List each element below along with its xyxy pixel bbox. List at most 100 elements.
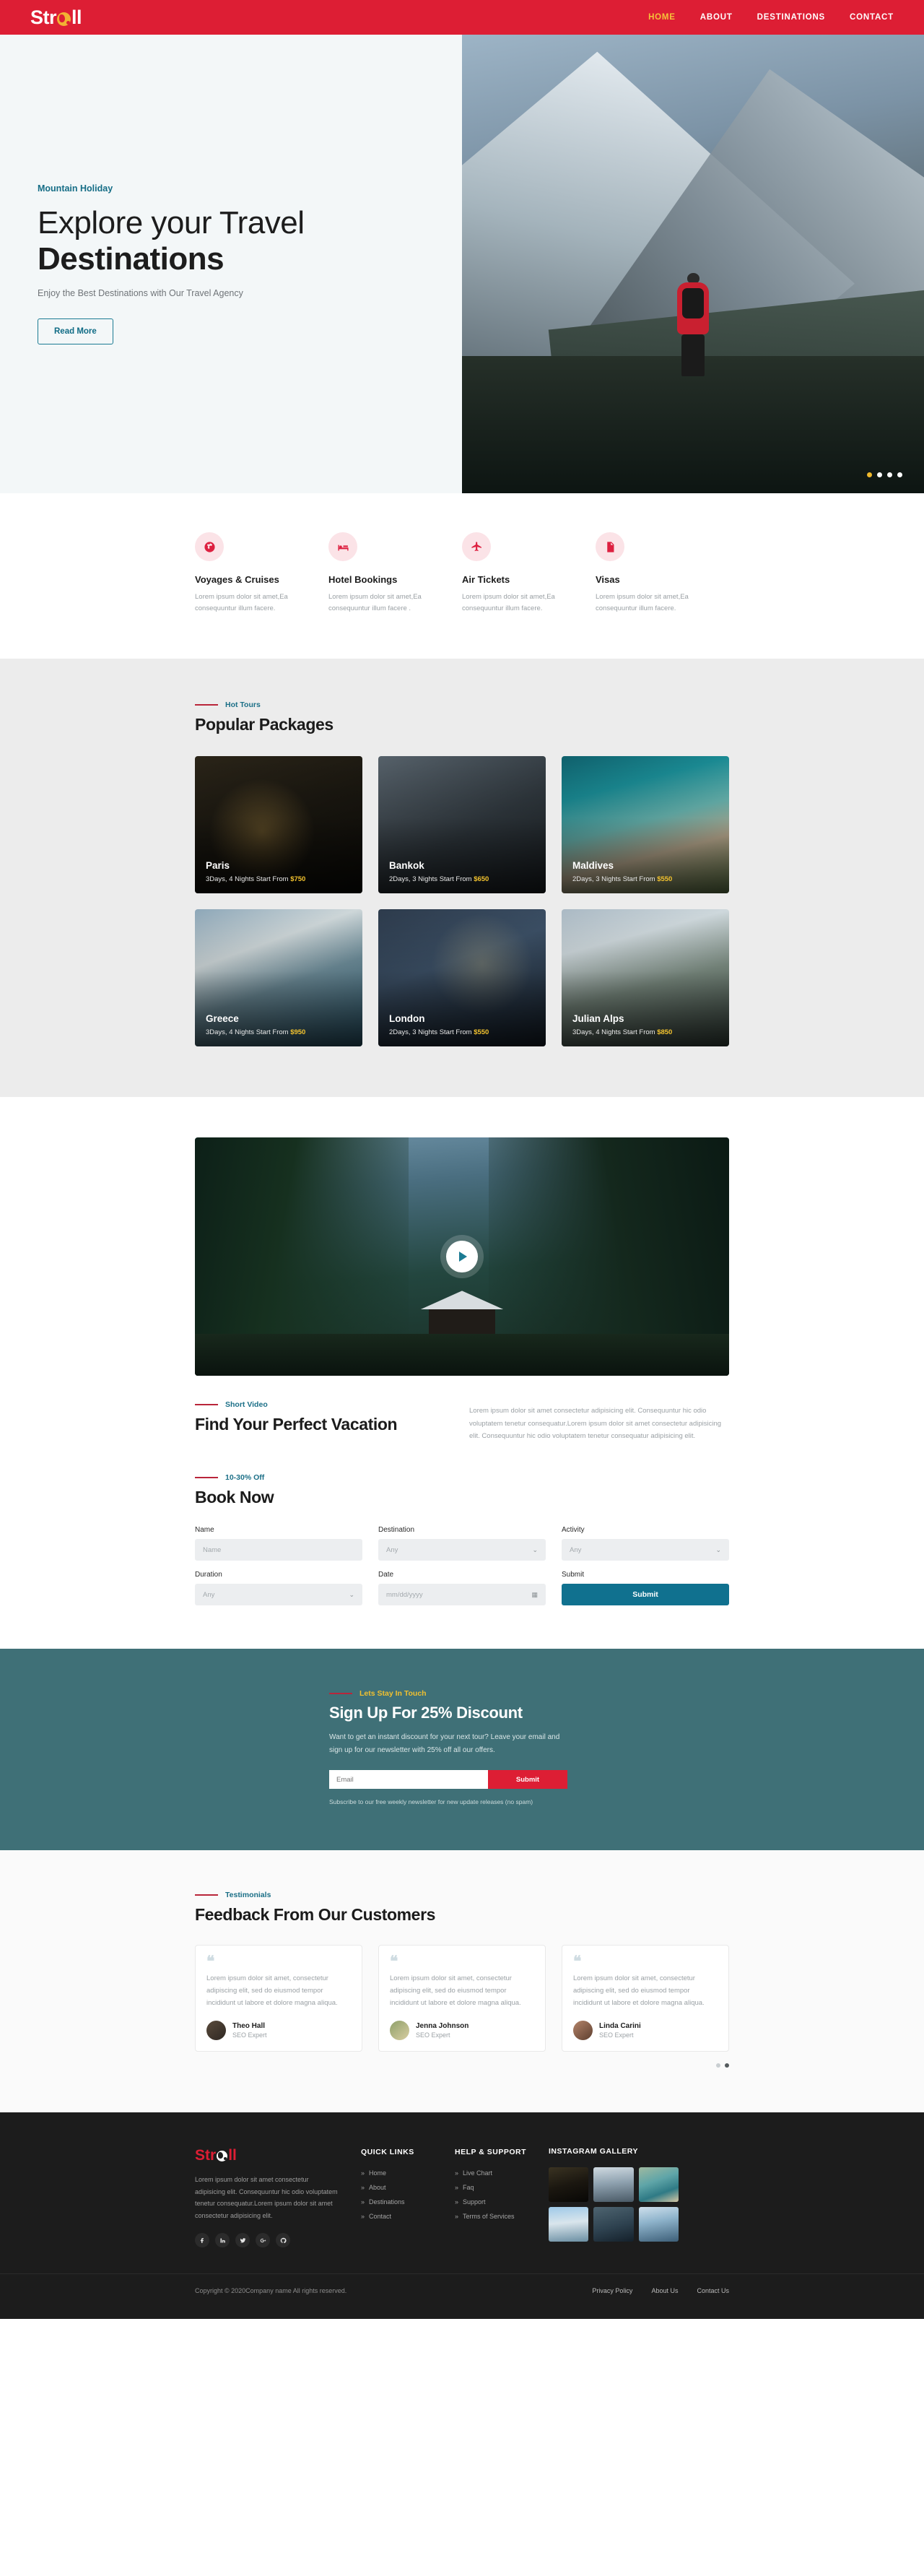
instagram-thumb[interactable] <box>593 2206 634 2242</box>
service-card-voyages[interactable]: Voyages & Cruises Lorem ipsum dolor sit … <box>195 532 328 614</box>
slider-dot-4[interactable] <box>897 472 902 477</box>
slider-dot-2[interactable] <box>877 472 882 477</box>
package-meta-text: 3Days, 4 Nights Start From <box>572 1028 658 1037</box>
hero-title: Explore your Travel Destinations <box>38 205 462 277</box>
testimonials-kicker: Testimonials <box>195 1891 729 1899</box>
services-row: Voyages & Cruises Lorem ipsum dolor sit … <box>195 532 729 614</box>
newsletter-submit-button[interactable]: Submit <box>488 1770 567 1790</box>
packages-container: Hot Tours Popular Packages Paris 3Days, … <box>195 701 729 1047</box>
duration-select[interactable]: Any ⌄ <box>195 1584 362 1606</box>
video-thumbnail[interactable] <box>195 1137 729 1376</box>
testimonial-dot-2[interactable] <box>725 2063 729 2068</box>
package-card-greece[interactable]: Greece 3Days, 4 Nights Start From $950 <box>195 909 362 1047</box>
footer-quick-links: QUICK LINKS Home About Destinations Cont… <box>361 2147 455 2248</box>
package-card-paris[interactable]: Paris 3Days, 4 Nights Start From $750 <box>195 756 362 894</box>
package-meta-text: 3Days, 4 Nights Start From <box>206 1028 291 1037</box>
github-icon[interactable] <box>276 2233 290 2248</box>
package-card-bankok[interactable]: Bankok 2Days, 3 Nights Start From $650 <box>378 756 546 894</box>
instagram-thumb[interactable] <box>638 2167 679 2202</box>
footer-logo[interactable]: Str ll <box>195 2147 339 2164</box>
footer-link-home[interactable]: Home <box>361 2169 455 2177</box>
footer-about-text: Lorem ipsum dolor sit amet consectetur a… <box>195 2175 338 2219</box>
newsletter-heading: Sign Up For 25% Discount <box>329 1704 523 1722</box>
google-plus-icon[interactable] <box>256 2233 270 2248</box>
video-section: Short Video Find Your Perfect Vacation L… <box>0 1097 924 1444</box>
date-placeholder: mm/dd/yyyy <box>386 1590 423 1599</box>
nav-item-home[interactable]: HOME <box>648 13 676 22</box>
instagram-thumb[interactable] <box>549 2167 589 2202</box>
destination-value: Any <box>386 1545 398 1554</box>
testimonial-author: Jenna Johnson SEO Expert <box>390 2020 534 2040</box>
testimonials-section: Testimonials Feedback From Our Customers… <box>0 1850 924 2112</box>
service-text: Lorem ipsum dolor sit amet,Ea consequunt… <box>462 593 555 612</box>
name-input[interactable]: Name <box>195 1539 362 1561</box>
activity-select[interactable]: Any ⌄ <box>562 1539 729 1561</box>
footer-link-live-chart[interactable]: Live Chart <box>455 2169 549 2177</box>
play-icon[interactable] <box>446 1241 478 1273</box>
testimonial-text: Lorem ipsum dolor sit amet, consectetur … <box>206 1974 338 2007</box>
footer: Str ll Lorem ipsum dolor sit amet consec… <box>0 2112 924 2320</box>
video-paragraph: Lorem ipsum dolor sit amet consectetur a… <box>469 1407 722 1441</box>
instagram-thumb[interactable] <box>549 2206 589 2242</box>
footer-link-faq[interactable]: Faq <box>455 2184 549 2191</box>
footer-link-about[interactable]: About <box>361 2184 455 2191</box>
service-card-air-tickets[interactable]: Air Tickets Lorem ipsum dolor sit amet,E… <box>462 532 596 614</box>
field-label: Destination <box>378 1526 415 1535</box>
footer-link-terms[interactable]: Terms of Services <box>455 2213 549 2220</box>
link-contact-us[interactable]: Contact Us <box>697 2287 729 2294</box>
testimonial-dot-1[interactable] <box>716 2063 720 2068</box>
kicker-bar <box>195 1894 218 1896</box>
top-navigation-bar: Str ll HOME ABOUT DESTINATIONS CONTACT <box>0 0 924 35</box>
foreground-ridge <box>462 356 924 493</box>
linkedin-icon[interactable] <box>215 2233 230 2248</box>
nav-item-contact[interactable]: CONTACT <box>850 13 894 22</box>
destination-select[interactable]: Any ⌄ <box>378 1539 546 1561</box>
package-name: Maldives <box>572 860 614 872</box>
twitter-icon[interactable] <box>235 2233 250 2248</box>
link-privacy-policy[interactable]: Privacy Policy <box>592 2287 632 2294</box>
testimonial-author: Linda Carini SEO Expert <box>573 2020 718 2040</box>
newsletter-kicker: Lets Stay In Touch <box>329 1689 729 1698</box>
nav-item-destinations[interactable]: DESTINATIONS <box>757 13 825 22</box>
slider-dot-1[interactable] <box>867 472 872 477</box>
field-label: Duration <box>195 1571 222 1579</box>
testimonials-grid: ❝ Lorem ipsum dolor sit amet, consectetu… <box>195 1945 729 2052</box>
package-price: $650 <box>474 875 489 884</box>
kicker-bar <box>195 1477 218 1479</box>
date-input[interactable]: mm/dd/yyyy ▦ <box>378 1584 546 1606</box>
read-more-button[interactable]: Read More <box>38 318 113 345</box>
link-about-us[interactable]: About Us <box>651 2287 678 2294</box>
bed-icon <box>328 532 357 561</box>
service-text: Lorem ipsum dolor sit amet,Ea consequunt… <box>328 593 422 612</box>
footer-link-support[interactable]: Support <box>455 2198 549 2206</box>
footer-instagram: INSTAGRAM GALLERY <box>549 2147 729 2248</box>
site-logo[interactable]: Str ll <box>30 6 82 29</box>
package-card-london[interactable]: London 2Days, 3 Nights Start From $550 <box>378 909 546 1047</box>
slider-dot-3[interactable] <box>887 472 892 477</box>
instagram-thumb[interactable] <box>593 2167 634 2202</box>
booking-submit-button[interactable]: Submit <box>562 1584 729 1606</box>
instagram-thumb[interactable] <box>638 2206 679 2242</box>
packages-heading: Popular Packages <box>195 715 334 734</box>
footer-link-destinations[interactable]: Destinations <box>361 2198 455 2206</box>
hiker-figure <box>672 273 714 376</box>
packages-kicker: Hot Tours <box>195 701 729 709</box>
field-label: Submit <box>562 1571 585 1579</box>
calendar-icon[interactable]: ▦ <box>531 1591 538 1599</box>
play-triangle <box>459 1252 467 1262</box>
service-title: Voyages & Cruises <box>195 574 279 585</box>
chevron-down-icon: ⌄ <box>349 1590 354 1598</box>
avatar <box>573 2020 593 2040</box>
newsletter-email-input[interactable] <box>329 1770 488 1790</box>
services-section: Voyages & Cruises Lorem ipsum dolor sit … <box>0 493 924 659</box>
newsletter-content: Lets Stay In Touch Sign Up For 25% Disco… <box>195 1689 729 1805</box>
service-title: Air Tickets <box>462 574 510 585</box>
facebook-icon[interactable] <box>195 2233 209 2248</box>
testimonial-card: ❝ Lorem ipsum dolor sit amet, consectetu… <box>562 1945 729 2052</box>
package-card-maldives[interactable]: Maldives 2Days, 3 Nights Start From $550 <box>562 756 729 894</box>
service-card-visas[interactable]: Visas Lorem ipsum dolor sit amet,Ea cons… <box>596 532 729 614</box>
package-card-julian-alps[interactable]: Julian Alps 3Days, 4 Nights Start From $… <box>562 909 729 1047</box>
footer-link-contact[interactable]: Contact <box>361 2213 455 2220</box>
service-card-hotel[interactable]: Hotel Bookings Lorem ipsum dolor sit ame… <box>328 532 462 614</box>
nav-item-about[interactable]: ABOUT <box>700 13 733 22</box>
